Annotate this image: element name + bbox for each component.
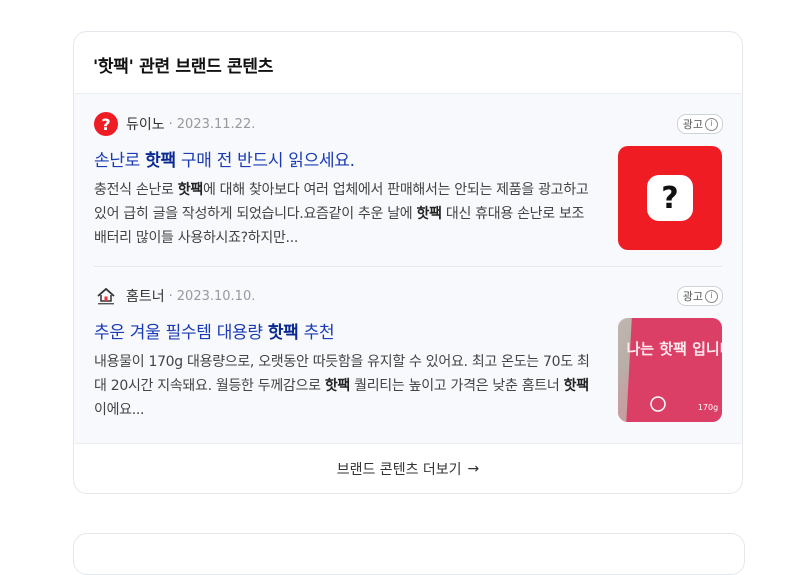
next-section-card xyxy=(73,533,745,575)
title-text: 구매 전 반드시 읽으세요. xyxy=(175,151,355,171)
section-title: '핫팩' 관련 브랜드 콘텐츠 xyxy=(93,57,274,77)
ad-label: 광고 xyxy=(682,118,703,131)
title-text: 추운 겨울 필수템 대용량 xyxy=(94,323,268,343)
desc-text: 충전식 손난로 xyxy=(94,182,178,198)
ad-label: 광고 xyxy=(682,290,703,303)
separator-dot: · xyxy=(168,288,173,304)
package-text: 나는 핫팩 입니다 xyxy=(626,340,722,358)
brand-content-card: '핫팩' 관련 브랜드 콘텐츠 ? 듀이노 · 2023.11.22. 광고 i… xyxy=(73,31,743,494)
item-description: 내용물이 170g 대용량으로, 오랫동안 따듯함을 유지할 수 있어요. 최고… xyxy=(94,350,594,422)
source-name[interactable]: 홈트너 xyxy=(126,286,165,306)
info-icon: i xyxy=(705,289,718,303)
house-icon xyxy=(97,287,115,305)
title-keyword: 핫팩 xyxy=(267,323,299,343)
item-title-link[interactable]: 손난로 핫팩 구매 전 반드시 읽으세요. xyxy=(94,146,355,171)
ad-badge[interactable]: 광고 i xyxy=(676,114,723,134)
title-text: 손난로 xyxy=(94,151,146,171)
house-logo-icon[interactable] xyxy=(94,284,118,308)
item-thumbnail[interactable]: 나는 핫팩 입니다 170g xyxy=(618,318,722,422)
list-item[interactable]: ? 듀이노 · 2023.11.22. 광고 i 손난로 핫팩 구매 전 반드시… xyxy=(74,94,742,266)
item-source-row: 홈트너 · 2023.10.10. xyxy=(94,284,255,308)
desc-keyword: 핫팩 xyxy=(177,182,203,198)
more-brand-content-button[interactable]: 브랜드 콘텐츠 더보기 → xyxy=(74,443,742,493)
source-name[interactable]: 듀이노 xyxy=(126,114,165,134)
desc-keyword: 핫팩 xyxy=(324,378,350,394)
desc-keyword: 핫팩 xyxy=(563,378,589,394)
list-item[interactable]: 홈트너 · 2023.10.10. 광고 i 추운 겨울 필수템 대용량 핫팩 … xyxy=(74,266,742,438)
question-bubble-icon: ? xyxy=(647,175,693,221)
item-thumbnail[interactable]: ? xyxy=(618,146,722,250)
info-icon: i xyxy=(705,117,718,131)
desc-text: 이에요... xyxy=(94,402,145,418)
question-logo-icon[interactable]: ? xyxy=(94,112,118,136)
hot-pack-package-image: 나는 핫팩 입니다 170g xyxy=(618,318,722,422)
title-text: 추천 xyxy=(298,323,335,343)
more-label: 브랜드 콘텐츠 더보기 xyxy=(336,462,462,478)
item-title-link[interactable]: 추운 겨울 필수템 대용량 핫팩 추천 xyxy=(94,318,335,343)
package-weight: 170g xyxy=(698,403,718,412)
brand-content-list: ? 듀이노 · 2023.11.22. 광고 i 손난로 핫팩 구매 전 반드시… xyxy=(74,93,742,444)
item-description: 충전식 손난로 핫팩에 대해 찾아보다 여러 업체에서 판매해서는 안되는 제품… xyxy=(94,178,594,250)
desc-keyword: 핫팩 xyxy=(416,206,442,222)
arrow-right-icon: → xyxy=(467,461,480,477)
post-date: 2023.10.10. xyxy=(176,288,256,304)
post-date: 2023.11.22. xyxy=(176,116,256,132)
separator-dot: · xyxy=(168,116,173,132)
desc-text: 퀄리티는 높이고 가격은 낮춘 홈트너 xyxy=(350,378,564,394)
ad-badge[interactable]: 광고 i xyxy=(676,286,723,306)
title-keyword: 핫팩 xyxy=(145,151,176,171)
item-source-row: ? 듀이노 · 2023.11.22. xyxy=(94,112,255,136)
